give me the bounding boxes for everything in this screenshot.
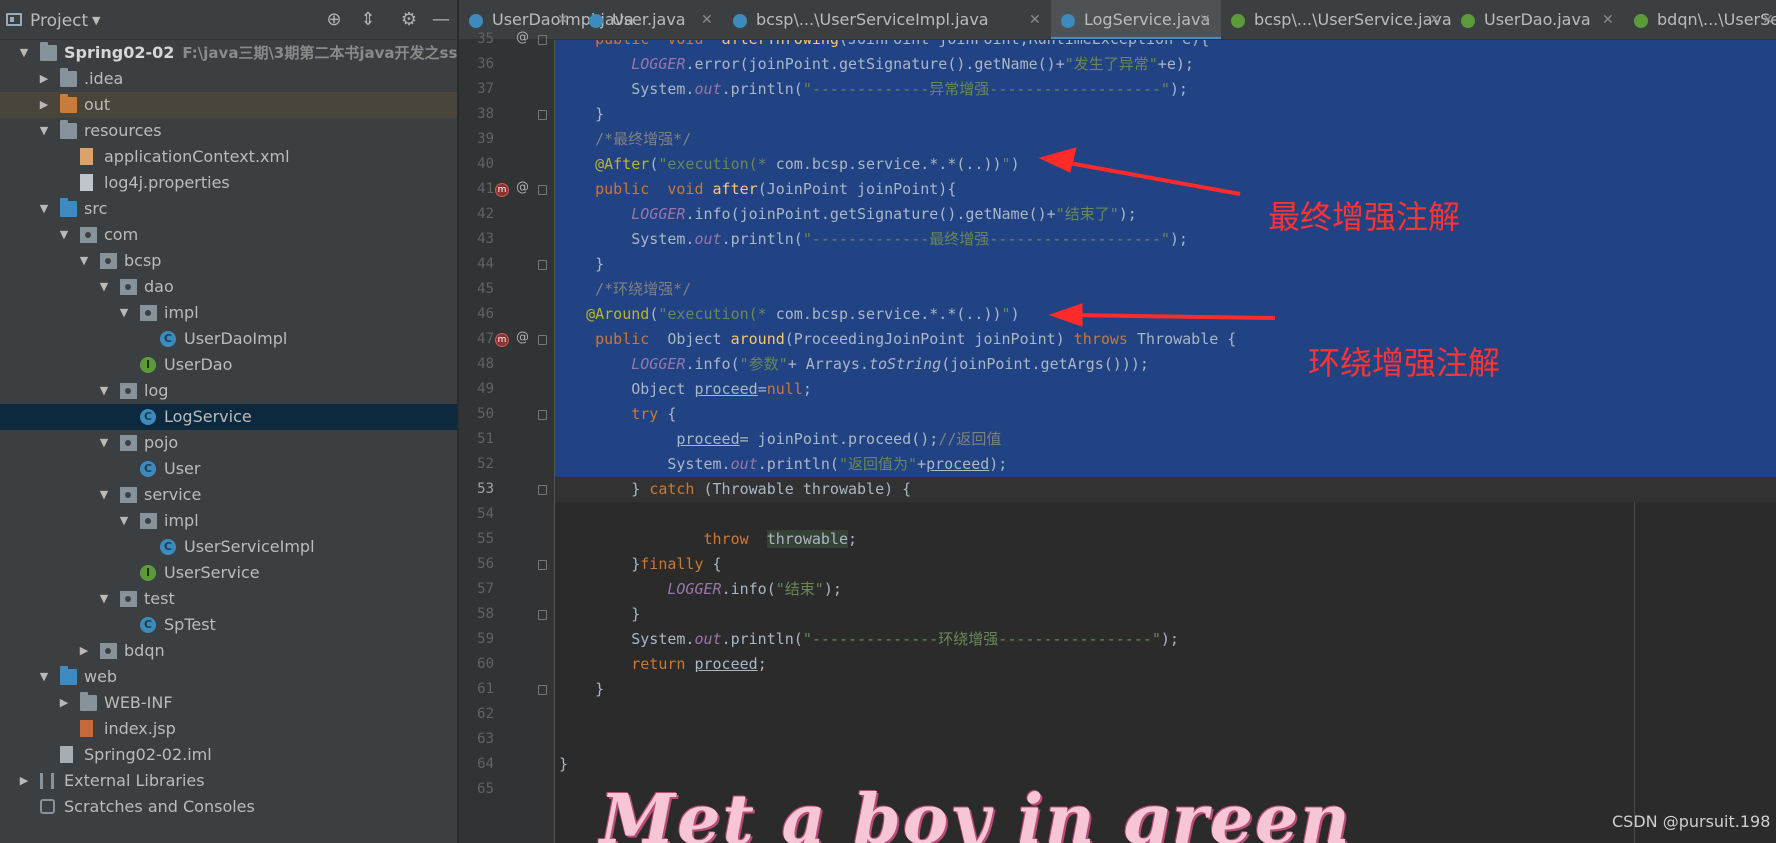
arrow-around-advice [1067, 313, 1276, 320]
script-watermark: Met a boy in green [600, 780, 1352, 843]
arrow-head-around-advice [1048, 303, 1083, 327]
annotation-around-advice: 环绕增强注解 [1308, 344, 1501, 382]
csdn-credit: CSDN @pursuit.198 [1612, 812, 1771, 831]
annotation-arrows [1038, 147, 1276, 327]
arrow-final-advice [1057, 159, 1241, 196]
annotation-final-advice: 最终增强注解 [1268, 198, 1461, 236]
arrow-head-final-advice [1038, 147, 1077, 173]
